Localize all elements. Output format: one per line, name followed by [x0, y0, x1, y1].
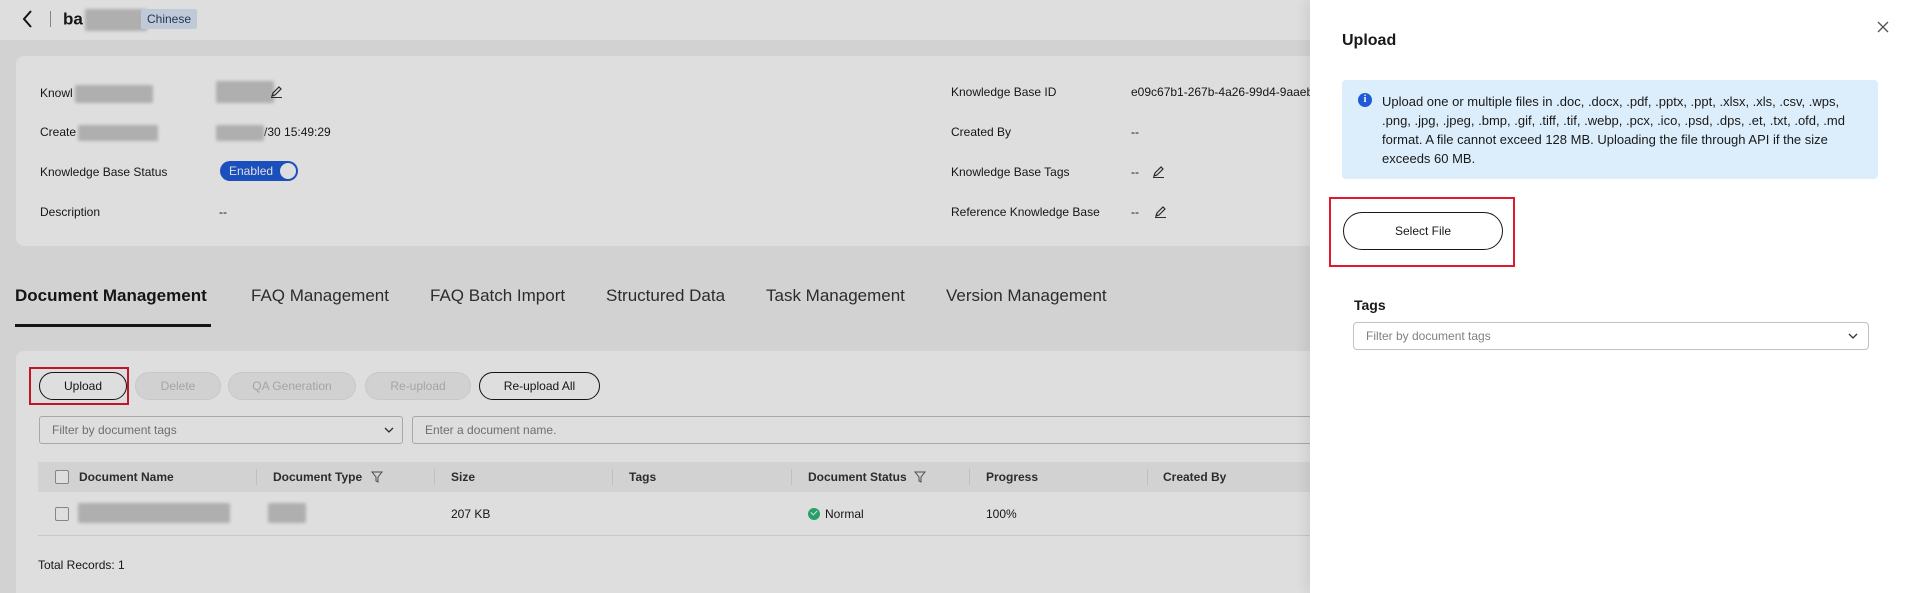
upload-notice-text: Upload one or multiple files in .doc, .d… — [1382, 94, 1845, 166]
close-icon[interactable] — [1876, 20, 1890, 34]
tags-select-placeholder: Filter by document tags — [1366, 329, 1491, 343]
upload-notice: i Upload one or multiple files in .doc, … — [1342, 80, 1878, 179]
tags-label: Tags — [1354, 297, 1386, 313]
chevron-down-icon — [1848, 333, 1858, 339]
highlight-box-select-file — [1329, 197, 1515, 267]
upload-drawer: Upload i Upload one or multiple files in… — [1310, 0, 1910, 593]
document-tags-select[interactable]: Filter by document tags — [1353, 322, 1869, 350]
drawer-title: Upload — [1342, 32, 1397, 49]
info-icon: i — [1358, 93, 1372, 107]
